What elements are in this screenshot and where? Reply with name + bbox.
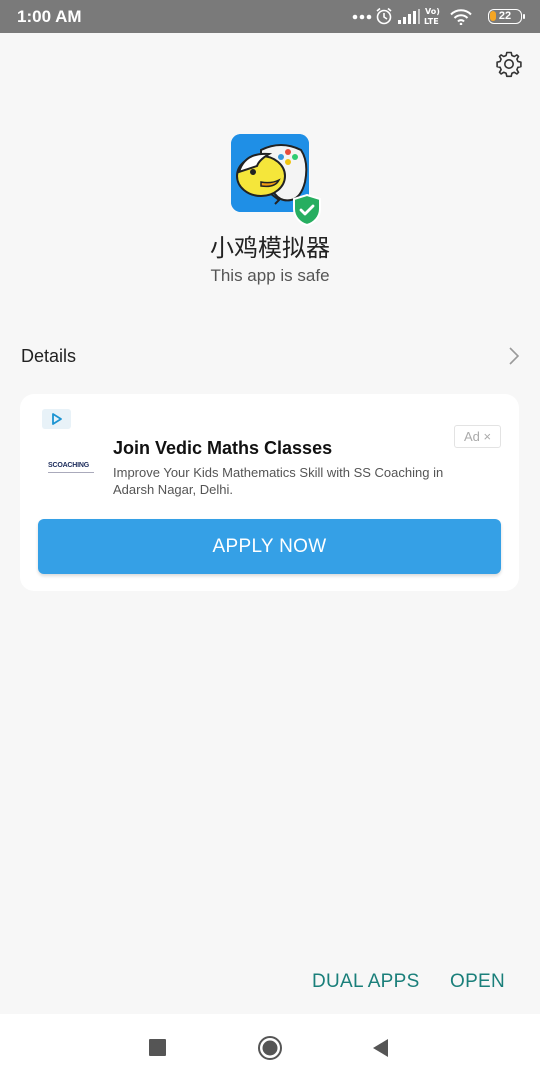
home-circle-icon[interactable] <box>257 1035 283 1061</box>
ad-choices-icon[interactable] <box>42 409 71 429</box>
svg-text:Vo): Vo) <box>425 7 440 16</box>
advertiser-logo: SCOACHING <box>48 461 94 473</box>
ad-description: Improve Your Kids Mathematics Skill with… <box>113 465 444 497</box>
safe-shield-icon <box>292 193 322 227</box>
apply-now-button[interactable]: APPLY NOW <box>38 519 501 574</box>
settings-button[interactable] <box>494 49 524 79</box>
ad-close-badge[interactable]: Ad × <box>454 425 501 448</box>
more-dots-icon <box>352 14 372 20</box>
ad-card[interactable]: SCOACHING Ad × Join Vedic Maths Classes … <box>20 394 519 591</box>
ad-title: Join Vedic Maths Classes <box>113 438 333 458</box>
chevron-right-icon <box>508 346 520 366</box>
battery-icon: 22 <box>488 9 525 24</box>
details-row[interactable]: Details <box>0 336 540 378</box>
status-icons: Vo) LTE 22 <box>352 6 525 28</box>
gear-icon <box>496 51 522 78</box>
signal-icon <box>398 9 420 24</box>
app-name: 小鸡模拟器 <box>210 234 330 262</box>
status-time: 1:00 AM <box>17 7 82 26</box>
app-safety-status: This app is safe <box>210 266 330 285</box>
svg-text:LTE: LTE <box>424 17 439 26</box>
back-triangle-icon[interactable] <box>370 1037 390 1059</box>
recents-square-icon[interactable] <box>149 1039 166 1056</box>
alarm-icon <box>375 7 393 25</box>
open-button[interactable]: OPEN <box>450 971 505 993</box>
battery-percent: 22 <box>498 10 512 22</box>
dual-apps-button[interactable]: DUAL APPS <box>312 971 420 993</box>
battery-level <box>490 11 496 21</box>
navigation-bar <box>0 1014 540 1080</box>
status-bar: 1:00 AM Vo) LTE 22 <box>0 0 540 33</box>
wifi-icon <box>450 9 472 25</box>
volte-icon: Vo) LTE <box>424 6 442 26</box>
details-label: Details <box>21 346 77 366</box>
